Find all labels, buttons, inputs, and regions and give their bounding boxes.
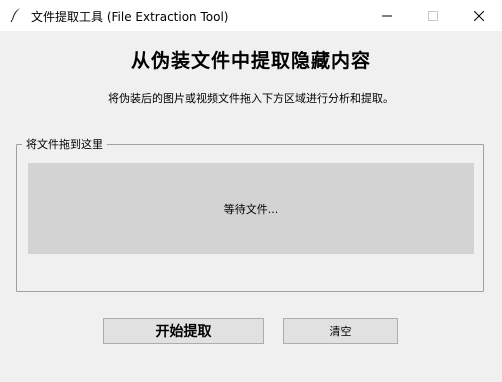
start-extraction-button[interactable]: 开始提取 (103, 318, 264, 344)
window-title: 文件提取工具 (File Extraction Tool) (31, 10, 229, 24)
drop-zone-label: 将文件拖到这里 (22, 136, 107, 152)
minimize-button[interactable] (364, 0, 410, 31)
clear-button[interactable]: 清空 (283, 318, 398, 344)
title-bar: 文件提取工具 (File Extraction Tool) (0, 0, 502, 31)
file-drop-area[interactable]: 等待文件... (28, 163, 474, 254)
instructions-text: 将伪装后的图片或视频文件拖入下方区域进行分析和提取。 (108, 92, 394, 105)
feather-icon (9, 7, 23, 23)
drop-status-text: 等待文件... (223, 202, 279, 216)
minimize-icon (382, 15, 392, 16)
close-icon (474, 10, 484, 21)
maximize-button[interactable] (410, 0, 456, 31)
close-button[interactable] (456, 0, 502, 31)
maximize-icon (428, 10, 438, 21)
page-title: 从伪装文件中提取隐藏内容 (130, 50, 371, 72)
